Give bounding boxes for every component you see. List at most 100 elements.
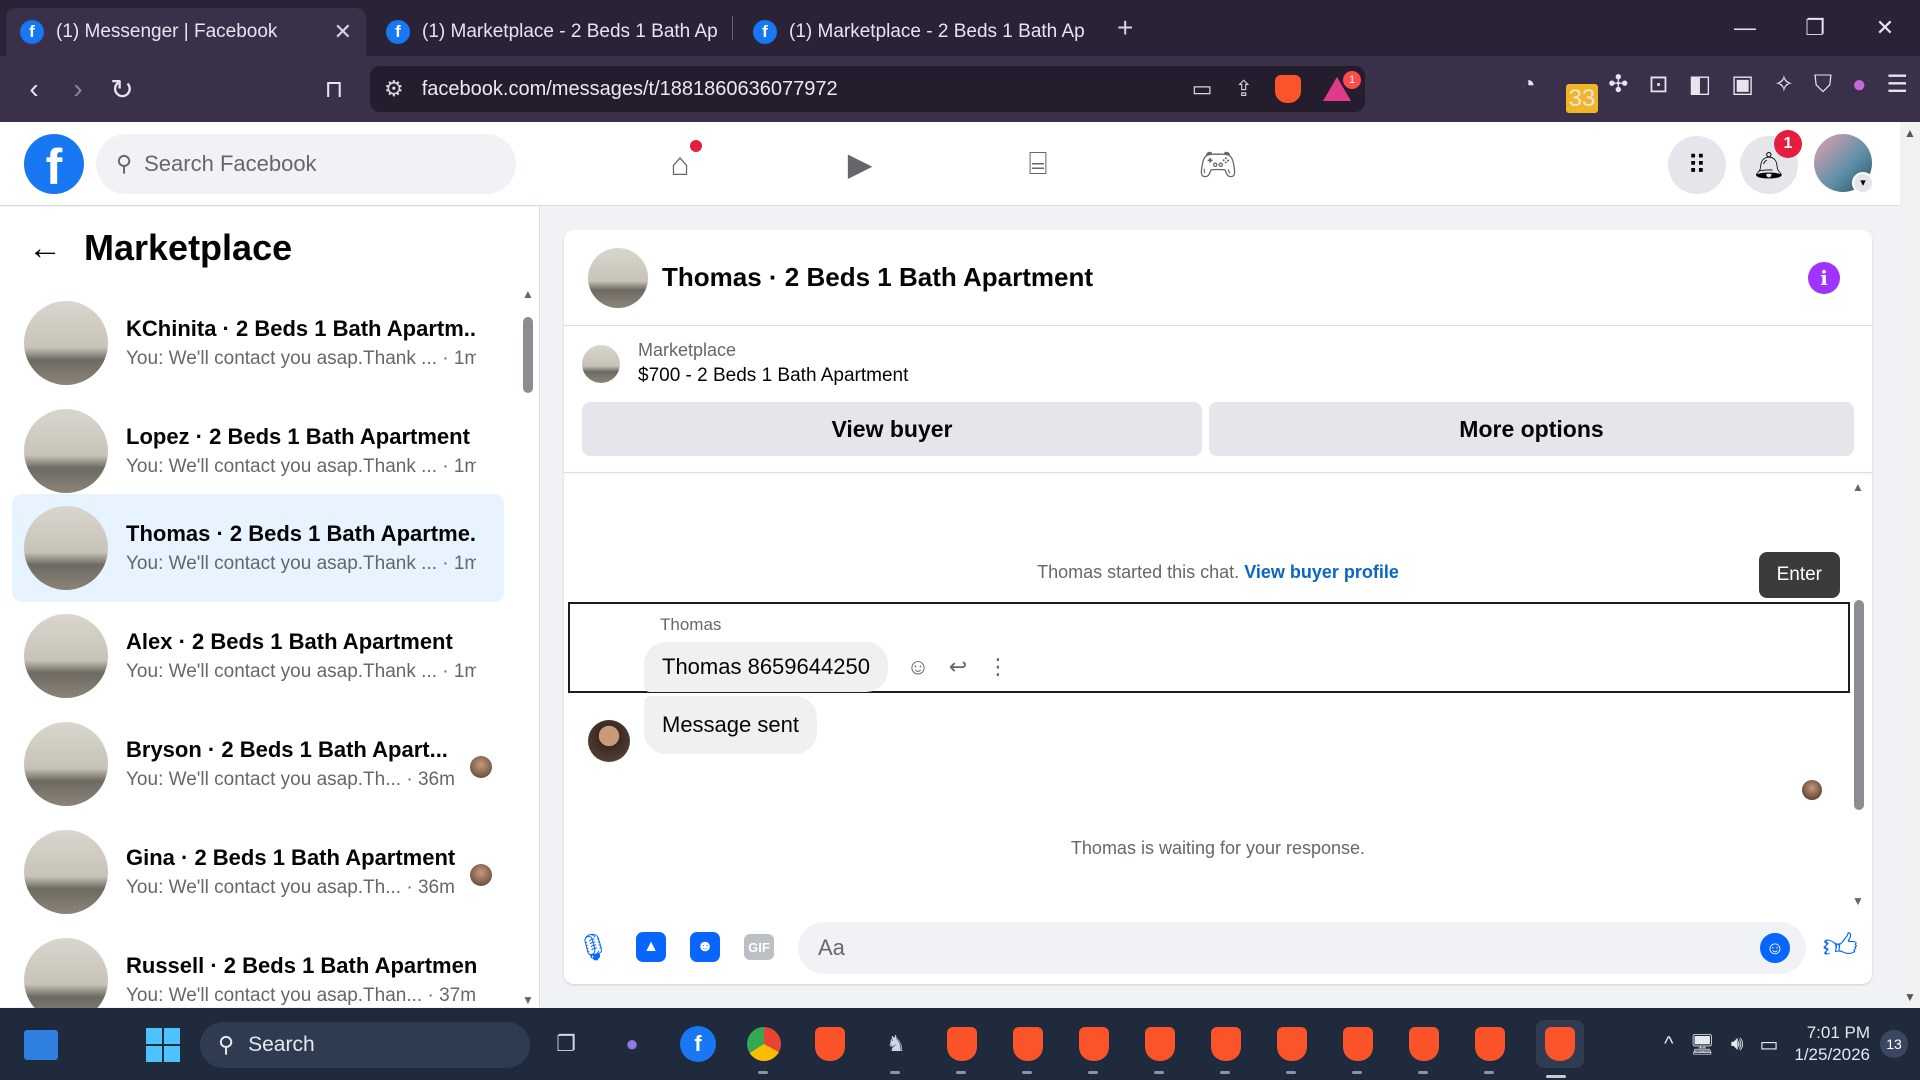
brave-profile-icon[interactable]	[942, 1024, 982, 1074]
profile-orb-icon[interactable]: ●	[1852, 71, 1867, 99]
address-bar[interactable]: ⚙ facebook.com/messages/t/18818606360779…	[370, 66, 1365, 112]
facebook-logo-icon[interactable]: f	[24, 134, 84, 195]
gaming-nav-icon[interactable]: 🎮︎	[1196, 142, 1240, 186]
clock[interactable]: 7:01 PM 1/25/2026	[1794, 1022, 1870, 1066]
conversation-item[interactable]: KChinita · 2 Beds 1 Bath Apartm... You: W…	[12, 289, 504, 397]
wallet-icon[interactable]: ▣	[1731, 70, 1754, 99]
brave-profile-icon-active[interactable]	[1536, 1020, 1584, 1078]
conversation-item-selected[interactable]: Thomas · 2 Beds 1 Bath Apartme... You: We…	[12, 494, 504, 602]
scroll-down-icon[interactable]: ▼	[1852, 894, 1864, 908]
share-icon[interactable]: ⇪	[1235, 76, 1253, 102]
taskbar-search[interactable]: ⚲ Search	[200, 1022, 530, 1068]
close-window-icon[interactable]: ✕	[1850, 15, 1920, 41]
forward-arrow-icon[interactable]: ›	[56, 73, 100, 105]
leo-ai-icon[interactable]: ✧	[1774, 70, 1794, 99]
photo-icon[interactable]: ▲	[636, 932, 666, 962]
teams-icon[interactable]: ●	[612, 1024, 652, 1064]
screenshot-icon[interactable]: ⊡	[1648, 70, 1668, 99]
info-icon[interactable]: i	[1808, 262, 1840, 294]
install-app-icon[interactable]: ▭	[1192, 76, 1213, 102]
scroll-up-icon[interactable]: ▲	[1852, 480, 1864, 494]
network-icon[interactable]: 🖥︎	[1689, 1032, 1714, 1057]
scroll-up-icon[interactable]: ▲	[522, 287, 534, 301]
chat-title[interactable]: Thomas · 2 Beds 1 Bath Apartment	[662, 262, 1093, 293]
conversation-item[interactable]: Alex · 2 Beds 1 Bath Apartment You: We'll…	[12, 602, 504, 710]
scroll-down-icon[interactable]: ▼	[522, 993, 534, 1007]
bookmark-icon[interactable]: ⊓	[312, 75, 356, 104]
view-buyer-profile-link[interactable]: View buyer profile	[1244, 562, 1399, 582]
sender-avatar[interactable]	[588, 720, 630, 762]
task-view-icon[interactable]: ❐	[546, 1024, 586, 1064]
tab-close-icon[interactable]: ✕	[334, 19, 352, 45]
page-scrollbar[interactable]: ▲ ▼	[1900, 122, 1920, 1008]
menu-grid-icon[interactable]: ⠿	[1668, 136, 1726, 194]
scroll-up-icon[interactable]: ▲	[1904, 126, 1916, 140]
brave-icon[interactable]	[810, 1024, 850, 1064]
more-vertical-icon[interactable]: ⋮	[978, 654, 1018, 680]
back-arrow-icon[interactable]: ‹	[12, 73, 56, 105]
game-app-icon[interactable]: ♞	[876, 1024, 916, 1074]
reload-icon[interactable]: ↻	[100, 73, 144, 106]
conversation-item[interactable]: Lopez · 2 Beds 1 Bath Apartment You: We'l…	[12, 397, 504, 505]
message-input[interactable]: Aa ☺	[798, 922, 1806, 974]
brave-profile-icon[interactable]	[1272, 1024, 1312, 1074]
brave-profile-icon[interactable]	[1404, 1024, 1444, 1074]
tab-marketplace-2[interactable]: f (1) Marketplace - 2 Beds 1 Bath Apart	[739, 8, 1099, 56]
message-bubble[interactable]: Thomas 8659644250	[644, 642, 888, 692]
reply-icon[interactable]: ↩	[938, 654, 978, 680]
brave-profile-icon[interactable]	[1206, 1024, 1246, 1074]
notifications-bell-icon[interactable]: 🔔︎ 1	[1740, 130, 1802, 194]
brave-profile-icon[interactable]	[1008, 1024, 1048, 1074]
sticker-icon[interactable]: ☻	[690, 932, 720, 962]
new-tab-plus-icon[interactable]: +	[1117, 12, 1133, 44]
back-arrow-icon[interactable]: ←	[28, 229, 62, 268]
brave-profile-icon[interactable]	[1140, 1024, 1180, 1074]
gif-icon[interactable]: GIF	[744, 934, 774, 960]
thumbs-up-icon[interactable]: 👍︎	[1822, 926, 1858, 967]
menu-hamburger-icon[interactable]: ☰	[1886, 70, 1908, 99]
minimize-icon[interactable]: —	[1710, 15, 1780, 41]
view-buyer-button[interactable]: View buyer	[582, 402, 1202, 456]
brave-rewards-icon[interactable]: 1	[1323, 71, 1361, 101]
react-emoji-icon[interactable]: ☺	[898, 654, 938, 680]
chrome-icon[interactable]	[744, 1024, 784, 1074]
home-nav-icon[interactable]: ⌂	[658, 140, 702, 186]
video-nav-icon[interactable]: ▶	[838, 142, 882, 186]
chat-listing-avatar[interactable]	[588, 247, 648, 308]
listing-summary[interactable]: Marketplace $700 - 2 Beds 1 Bath Apartme…	[582, 340, 908, 387]
search-facebook-input[interactable]: ⚲ Search Facebook	[96, 134, 516, 194]
notification-count-badge[interactable]: 13	[1880, 1030, 1908, 1058]
conversation-item[interactable]: Gina · 2 Beds 1 Bath Apartment You: We'll…	[12, 818, 504, 926]
scrollbar-thumb[interactable]	[523, 317, 533, 393]
conversations-scrollbar[interactable]: ▲ ▼	[522, 287, 534, 1007]
puzzle-extensions-icon[interactable]: ✣	[1608, 70, 1628, 99]
chevron-up-icon[interactable]: ^	[1664, 1033, 1673, 1056]
more-options-button[interactable]: More options	[1209, 402, 1854, 456]
scroll-down-icon[interactable]: ▼	[1904, 990, 1916, 1004]
vpn-shield-icon[interactable]: ⛉	[1814, 71, 1832, 99]
site-settings-icon[interactable]: ⚙	[384, 76, 404, 102]
brave-profile-icon[interactable]	[1470, 1024, 1510, 1074]
restore-icon[interactable]: ❐	[1780, 15, 1850, 41]
brave-profile-icon[interactable]	[1074, 1024, 1114, 1074]
message-bubble[interactable]: Message sent	[644, 696, 817, 754]
sidebar-toggle-icon[interactable]: ◧	[1689, 70, 1712, 99]
marketplace-nav-icon[interactable]: ⌸	[1016, 142, 1060, 186]
profile-avatar[interactable]: ▾	[1814, 134, 1874, 194]
brave-profile-icon[interactable]	[1338, 1024, 1378, 1074]
widgets-icon[interactable]	[24, 1030, 58, 1060]
microphone-icon[interactable]: 🎙︎	[576, 930, 610, 964]
conversation-item[interactable]: Bryson · 2 Beds 1 Bath Apart... You: We'l…	[12, 710, 504, 818]
tab-marketplace-1[interactable]: f (1) Marketplace - 2 Beds 1 Bath Apart	[372, 8, 732, 56]
battery-icon[interactable]: ▭	[1759, 1032, 1778, 1057]
facebook-app-icon[interactable]: f	[678, 1024, 718, 1064]
brave-logo-icon	[1079, 1027, 1109, 1061]
chat-scrollbar[interactable]: ▲ ▼	[1852, 480, 1864, 908]
start-windows-icon[interactable]	[146, 1028, 180, 1062]
volume-icon[interactable]: 🔊︎	[1731, 1033, 1744, 1056]
emoji-icon[interactable]: ☺	[1760, 933, 1790, 963]
tab-messenger[interactable]: f (1) Messenger | Facebook ✕	[6, 8, 366, 56]
extension-icon[interactable]: ◔33	[1521, 71, 1599, 113]
brave-shields-icon[interactable]	[1275, 75, 1301, 103]
scrollbar-thumb[interactable]	[1854, 600, 1864, 810]
